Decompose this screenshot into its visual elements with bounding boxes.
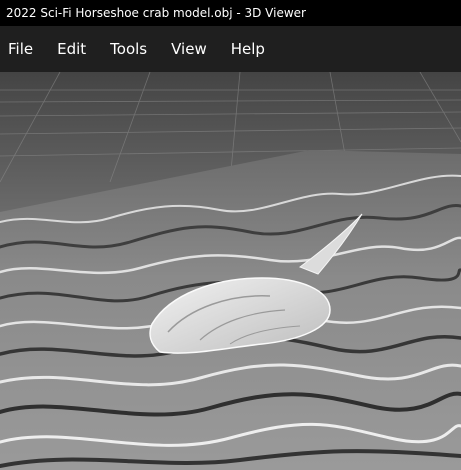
window-title: 2022 Sci-Fi Horseshoe crab model.obj - 3… [0,0,461,26]
menu-bar: File Edit Tools View Help [0,26,461,72]
3d-viewport[interactable] [0,72,461,470]
scene-canvas[interactable] [0,72,461,470]
menu-tools[interactable]: Tools [98,26,159,72]
menu-help[interactable]: Help [219,26,277,72]
menu-view[interactable]: View [159,26,219,72]
menu-edit[interactable]: Edit [45,26,98,72]
app-window: 2022 Sci-Fi Horseshoe crab model.obj - 3… [0,0,461,470]
menu-file[interactable]: File [0,26,45,72]
